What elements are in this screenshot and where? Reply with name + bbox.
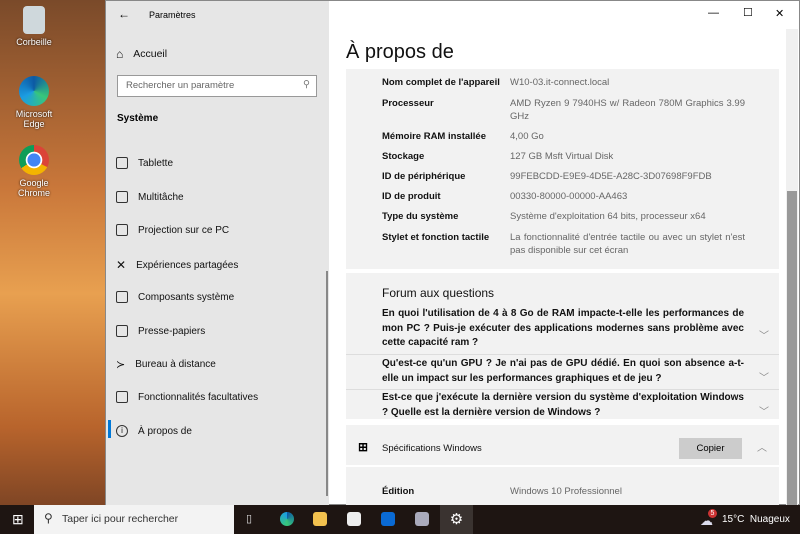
divider <box>346 465 779 467</box>
search-icon: ⚲ <box>303 79 310 90</box>
home-icon: ⌂ <box>116 47 124 61</box>
chevron-down-icon: ﹀ <box>759 407 769 418</box>
app-icon[interactable] <box>415 512 429 526</box>
sidebar: ← Paramètres ⌂ Accueil Rechercher un para… <box>106 1 329 506</box>
weather-text[interactable]: 15°C Nuageux <box>722 514 790 525</box>
copy-button[interactable]: Copier <box>679 438 742 459</box>
sidebar-item-experiences[interactable]: ✕ Expériences partagées <box>116 258 238 272</box>
page-title: À propos de <box>346 41 454 63</box>
minimize-button[interactable]: — <box>708 7 719 19</box>
info-icon: i <box>116 425 128 437</box>
chevron-down-icon: ﹀ <box>759 331 769 342</box>
back-button[interactable]: ← <box>118 7 130 21</box>
spec-value: Windows 10 Professionnel <box>510 486 622 497</box>
spec-label: Processeur <box>382 98 434 109</box>
sidebar-scrollbar[interactable] <box>326 271 328 496</box>
sidebar-item-tablette[interactable]: Tablette <box>116 157 173 169</box>
spec-label: Stylet et fonction tactile <box>382 232 490 243</box>
features-icon <box>116 391 128 403</box>
sidebar-item-composants[interactable]: Composants système <box>116 291 234 303</box>
spec-label: ID de périphérique <box>382 171 466 182</box>
spec-value: W10-03.it-connect.local <box>510 77 610 88</box>
chrome-icon <box>19 145 49 175</box>
spec-label: Édition <box>382 486 415 497</box>
spec-value: 99FEBCDD-E9E9-4D5E-A28C-3D07698F9FDB <box>510 171 712 182</box>
windows-specs-title: Spécifications Windows <box>382 443 482 454</box>
window-title: Paramètres <box>149 10 196 20</box>
windows-logo-icon: ⊞ <box>358 440 369 454</box>
spec-value: 127 GB Msft Virtual Disk <box>510 151 614 162</box>
search-icon: ⚲ <box>44 511 53 525</box>
sidebar-home[interactable]: ⌂ Accueil <box>116 47 167 61</box>
search-input[interactable]: Rechercher un paramètre ⚲ <box>117 75 317 97</box>
selected-indicator <box>108 420 111 438</box>
desktop-icon-recycle-bin[interactable]: Corbeille <box>4 6 64 47</box>
file-explorer-icon[interactable] <box>313 512 327 526</box>
sidebar-item-bureau-distance[interactable]: ≻ Bureau à distance <box>116 358 216 371</box>
faq-title: Forum aux questions <box>382 286 495 300</box>
projection-icon <box>116 224 128 236</box>
tablet-icon <box>116 157 128 169</box>
clipboard-icon <box>116 325 128 337</box>
spec-value: Système d'exploitation 64 bits, processe… <box>510 211 706 222</box>
desktop-icon-edge[interactable]: Microsoft Edge <box>4 76 64 129</box>
chevron-down-icon: ﹀ <box>759 373 769 384</box>
spec-label: Stockage <box>382 151 425 162</box>
sidebar-item-multitache[interactable]: Multitâche <box>116 191 184 203</box>
divider <box>346 389 779 390</box>
scrollbar-thumb[interactable] <box>787 191 797 506</box>
outlook-icon[interactable] <box>381 512 395 526</box>
spec-value: 4,00 Go <box>510 131 544 142</box>
spec-value: La fonctionnalité d'entrée tactile ou av… <box>510 232 745 256</box>
taskbar: ⊞ ⚲ Taper ici pour rechercher ▯ ⚙ ☁ 5 15°… <box>0 505 800 534</box>
taskbar-search[interactable]: ⚲ Taper ici pour rechercher <box>34 505 234 534</box>
sidebar-item-projection[interactable]: Projection sur ce PC <box>116 224 229 236</box>
remote-desktop-icon: ≻ <box>116 359 126 371</box>
spec-value: 00330-80000-00000-AA463 <box>510 191 628 202</box>
chevron-up-icon[interactable]: ︿ <box>757 439 767 454</box>
section-heading: Système <box>117 113 159 124</box>
multitask-icon <box>116 191 128 203</box>
sidebar-item-a-propos[interactable]: iÀ propos de <box>116 425 192 437</box>
sidebar-item-fonctionnalites[interactable]: Fonctionnalités facultatives <box>116 391 258 403</box>
store-icon[interactable] <box>347 512 361 526</box>
weather-badge: 5 <box>708 509 717 518</box>
windows-specs-panel: ⊞ Spécifications Windows Copier ︿ Éditio… <box>346 425 779 506</box>
edge-taskbar-icon[interactable] <box>280 512 294 526</box>
divider <box>346 354 779 355</box>
settings-taskbar-icon[interactable]: ⚙ <box>440 505 473 534</box>
shared-icon: ✕ <box>116 258 127 272</box>
spec-value: AMD Ryzen 9 7940HS w/ Radeon 780M Graphi… <box>510 98 745 122</box>
faq-panel: Forum aux questions En quoi l'utilisatio… <box>346 273 779 419</box>
recycle-bin-icon <box>23 6 45 34</box>
desktop-icon-chrome[interactable]: Google Chrome <box>4 145 64 198</box>
spec-label: Nom complet de l'appareil <box>382 77 500 88</box>
spec-label: Type du système <box>382 211 459 222</box>
task-view-icon[interactable]: ▯ <box>246 512 252 525</box>
maximize-button[interactable]: ☐ <box>743 6 753 19</box>
close-button[interactable]: ✕ <box>775 7 784 20</box>
settings-window: ← Paramètres ⌂ Accueil Rechercher un para… <box>105 0 800 506</box>
spec-label: Mémoire RAM installée <box>382 131 486 142</box>
edge-icon <box>19 76 49 106</box>
spec-label: ID de produit <box>382 191 441 202</box>
main-scrollbar[interactable] <box>786 29 798 506</box>
device-specs-panel: Nom complet de l'appareil W10-03.it-conne… <box>346 69 779 269</box>
main-content: À propos de Nom complet de l'appareil W10… <box>329 29 798 506</box>
components-icon <box>116 291 128 303</box>
sidebar-item-presse-papiers[interactable]: Presse-papiers <box>116 325 205 337</box>
start-button[interactable]: ⊞ <box>12 511 24 528</box>
